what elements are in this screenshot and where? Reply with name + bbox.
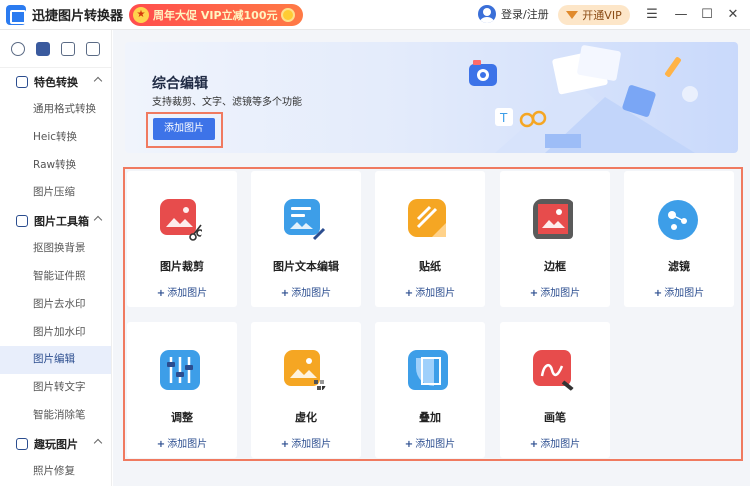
tool-title: 调整 — [171, 411, 193, 424]
sticker-icon — [408, 199, 446, 237]
banner-title: 综合编辑 — [152, 76, 208, 92]
tool-add-image-link[interactable]: + 添加图片 — [127, 284, 237, 299]
chevron-up-icon — [93, 215, 103, 225]
open-vip-button[interactable]: 开通VIP — [558, 5, 630, 25]
maximize-icon[interactable]: ☐ — [696, 4, 718, 26]
tool-card-overlay[interactable]: 叠加 + 添加图片 — [375, 322, 485, 458]
toolbox-icon — [16, 215, 28, 228]
section-title: 图片工具箱 — [34, 215, 89, 229]
tool-add-image-link[interactable]: + 添加图片 — [127, 435, 237, 450]
sidebar-item-heic[interactable]: Heic转换 — [0, 124, 111, 152]
tool-add-image-link[interactable]: + 添加图片 — [251, 284, 361, 299]
tool-title: 贴纸 — [419, 260, 441, 273]
login-label: 登录/注册 — [501, 8, 549, 21]
sidebar-item-cutout[interactable]: 抠图换背景 — [0, 235, 111, 263]
edit-banner: 综合编辑 支持裁剪、文字、滤镜等多个功能 添加图片 T — [125, 42, 738, 153]
tool-add-image-link[interactable]: + 添加图片 — [251, 435, 361, 450]
promo-text: 周年大促 VIP立减100元 — [153, 8, 278, 22]
sidebar-item-photo-restore[interactable]: 照片修复 — [0, 458, 111, 486]
minimize-icon[interactable]: — — [670, 4, 692, 26]
filter-icon — [658, 200, 698, 240]
tool-title: 图片裁剪 — [160, 260, 204, 273]
tool-title: 叠加 — [419, 411, 441, 424]
tool-card-adjust[interactable]: 调整 + 添加图片 — [127, 322, 237, 458]
sidebar-item-format-convert[interactable]: 通用格式转换 — [0, 96, 111, 124]
overlay-icon — [408, 350, 448, 390]
sidebar-item-eraser[interactable]: 智能消除笔 — [0, 402, 111, 430]
diamond-icon — [566, 11, 579, 19]
svg-text:T: T — [499, 111, 508, 125]
settings-hex-icon[interactable] — [11, 41, 26, 56]
app-logo-icon — [6, 4, 26, 25]
crop-icon — [160, 199, 202, 241]
copy-icon[interactable] — [85, 41, 100, 56]
banner-add-image-button[interactable]: 添加图片 — [153, 118, 215, 140]
login-button[interactable]: 登录/注册 — [478, 5, 549, 23]
brush-icon — [533, 350, 575, 392]
sidebar-item-image-to-text[interactable]: 图片转文字 — [0, 374, 111, 402]
tool-add-image-link[interactable]: + 添加图片 — [500, 284, 610, 299]
convert-icon — [16, 76, 28, 88]
coin-icon — [281, 7, 296, 22]
sidebar-top-icons — [0, 30, 111, 68]
tool-add-image-link[interactable]: + 添加图片 — [375, 284, 485, 299]
title-bar: 迅捷图片转换器 ★ 周年大促 VIP立减100元 登录/注册 开通VIP ☰ —… — [0, 0, 750, 30]
anniversary-medal-icon: ★ — [133, 6, 150, 23]
sidebar-item-image-edit[interactable]: 图片编辑 — [0, 346, 111, 375]
banner-illustration: T — [469, 45, 698, 153]
tool-card-crop[interactable]: 图片裁剪 + 添加图片 — [127, 171, 237, 307]
adjust-icon — [160, 350, 200, 390]
sidebar: 特色转换 通用格式转换 Heic转换 Raw转换 图片压缩 图片工具箱 抠图换背… — [0, 30, 112, 486]
sidebar-item-compress[interactable]: 图片压缩 — [0, 179, 111, 207]
promo-banner[interactable]: ★ 周年大促 VIP立减100元 — [129, 3, 304, 26]
tool-title: 滤镜 — [668, 260, 690, 273]
chevron-up-icon — [93, 76, 103, 86]
section-title: 特色转换 — [34, 76, 78, 89]
tool-card-text-edit[interactable]: 图片文本编辑 + 添加图片 — [251, 171, 361, 307]
tool-card-sticker[interactable]: 贴纸 + 添加图片 — [375, 171, 485, 307]
tool-add-image-link[interactable]: + 添加图片 — [624, 284, 734, 299]
tool-add-image-link[interactable]: + 添加图片 — [375, 435, 485, 450]
sidebar-section-toolbox[interactable]: 图片工具箱 — [0, 207, 111, 235]
tool-card-filter[interactable]: 滤镜 + 添加图片 — [624, 171, 734, 307]
app-title: 迅捷图片转换器 — [32, 9, 124, 24]
tool-card-blur[interactable]: 虚化 + 添加图片 — [251, 322, 361, 458]
chevron-up-icon — [93, 438, 103, 448]
section-title: 趣玩图片 — [34, 437, 78, 451]
tool-title: 图片文本编辑 — [273, 260, 339, 273]
tool-title: 虚化 — [295, 411, 317, 424]
close-icon[interactable]: ✕ — [722, 4, 744, 26]
tool-add-image-link[interactable]: + 添加图片 — [500, 435, 610, 450]
image-icon[interactable] — [60, 41, 75, 56]
user-avatar-icon — [478, 5, 496, 23]
banner-subtitle: 支持裁剪、文字、滤镜等多个功能 — [152, 97, 302, 108]
text-edit-icon — [284, 199, 326, 241]
tool-card-brush[interactable]: 画笔 + 添加图片 — [500, 322, 610, 458]
sidebar-item-raw[interactable]: Raw转换 — [0, 152, 111, 180]
image-tools-icon[interactable] — [36, 41, 51, 56]
blur-icon — [284, 350, 326, 390]
sidebar-item-id-photo[interactable]: 智能证件照 — [0, 263, 111, 291]
tool-card-frame[interactable]: 边框 + 添加图片 — [500, 171, 610, 307]
tool-title: 边框 — [544, 260, 566, 273]
frame-icon — [533, 199, 573, 239]
sidebar-section-special-convert[interactable]: 特色转换 — [0, 68, 111, 96]
vip-label: 开通VIP — [582, 9, 622, 22]
fun-image-icon — [16, 437, 28, 450]
main-panel: 综合编辑 支持裁剪、文字、滤镜等多个功能 添加图片 T 图片裁剪 + 添加图片 … — [113, 30, 750, 486]
sidebar-section-fun[interactable]: 趣玩图片 — [0, 430, 111, 458]
sidebar-item-add-watermark[interactable]: 图片加水印 — [0, 319, 111, 347]
sidebar-item-remove-watermark[interactable]: 图片去水印 — [0, 291, 111, 319]
menu-icon[interactable]: ☰ — [641, 4, 663, 26]
tool-title: 画笔 — [544, 411, 566, 424]
